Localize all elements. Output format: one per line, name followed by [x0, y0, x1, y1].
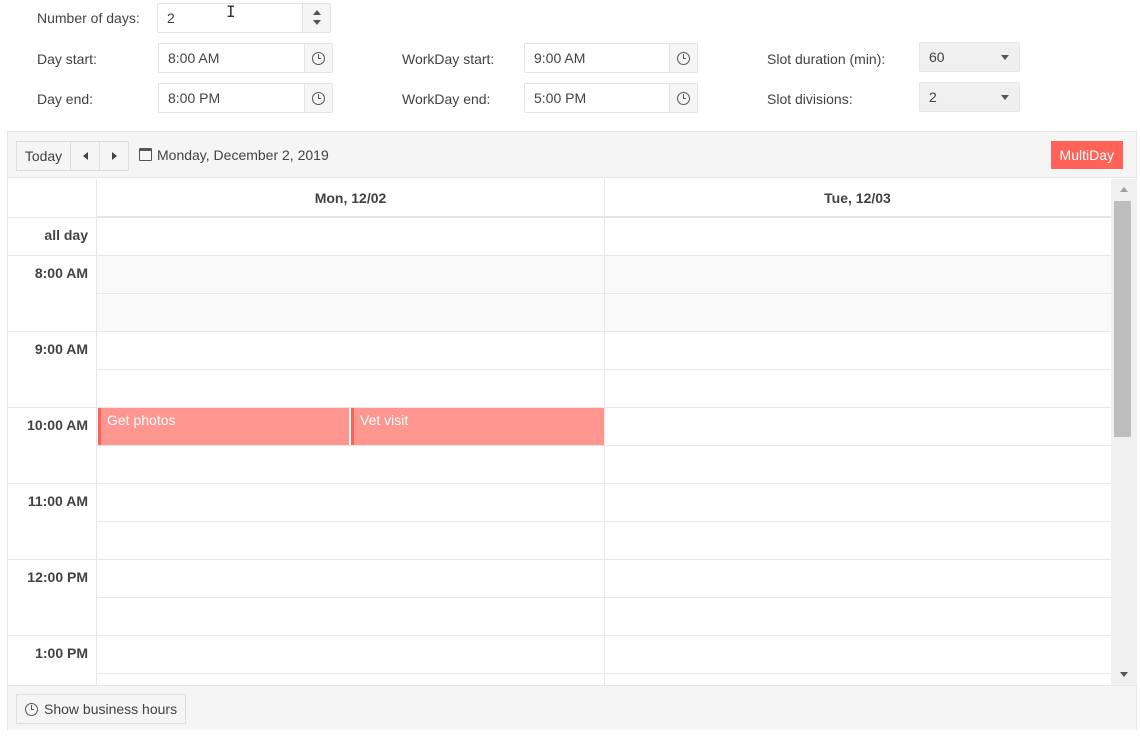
workday-end-value: 5:00 PM	[534, 90, 587, 106]
day-end-timepicker[interactable]: 8:00 PM	[158, 83, 333, 113]
workday-end-clock-button[interactable]	[669, 84, 697, 112]
scrollbar-thumb[interactable]	[1114, 201, 1131, 437]
grid-line	[8, 559, 1111, 560]
slot-divisions-label: Slot divisions:	[767, 91, 853, 107]
clock-icon	[677, 51, 690, 65]
current-date[interactable]: Monday, December 2, 2019	[157, 147, 329, 163]
time-slot-label: 1:00 PM	[35, 645, 88, 661]
event-get-photos[interactable]: Get photos	[98, 408, 349, 445]
day-start-timepicker[interactable]: 8:00 AM	[158, 43, 333, 73]
day-end-label: Day end:	[37, 91, 94, 107]
workday-start-timepicker[interactable]: 9:00 AM	[524, 43, 698, 73]
day-end-value: 8:00 PM	[168, 90, 221, 106]
view-multiday-button[interactable]: MultiDay	[1050, 141, 1123, 169]
slot-duration-value: 60	[929, 49, 945, 65]
grid-line	[8, 483, 1111, 484]
time-slot-label: 8:00 AM	[34, 265, 88, 281]
workday-start-label: WorkDay start:	[402, 51, 495, 67]
caret-left-icon	[82, 152, 88, 160]
clock-icon	[677, 91, 690, 105]
slot-duration-label: Slot duration (min):	[767, 51, 886, 67]
grid-line	[96, 179, 97, 685]
time-slot-label: 10:00 AM	[27, 417, 88, 433]
scheduler-grid: Mon, 12/02 Tue, 12/03 all day 8:00 AM 9:…	[8, 179, 1111, 685]
show-business-hours-button[interactable]: Show business hours	[16, 694, 187, 724]
all-day-label: all day	[44, 227, 88, 243]
slot-divisions-dropdown[interactable]: 2	[919, 82, 1020, 112]
number-of-days-value: 2	[167, 10, 175, 26]
slot-divisions-value: 2	[929, 89, 937, 105]
next-button[interactable]	[99, 141, 129, 171]
caret-right-icon	[111, 152, 117, 160]
show-business-hours-label: Show business hours	[44, 701, 178, 717]
previous-button[interactable]	[70, 141, 100, 171]
time-slot-label: 9:00 AM	[34, 341, 88, 357]
scheduler-toolbar: Today Monday, December 2, 2019 MultiDay	[8, 132, 1136, 178]
clock-icon	[25, 702, 38, 716]
day-start-clock-button[interactable]	[304, 44, 332, 72]
day-end-clock-button[interactable]	[304, 84, 332, 112]
grid-line	[8, 255, 1111, 256]
caret-down-icon[interactable]	[1001, 95, 1009, 100]
grid-line	[8, 635, 1111, 636]
workday-start-value: 9:00 AM	[534, 50, 586, 66]
workday-end-label: WorkDay end:	[402, 91, 491, 107]
grid-line	[8, 331, 1111, 332]
spinner-up-icon[interactable]	[313, 10, 321, 15]
number-of-days-input[interactable]: 2	[157, 3, 331, 33]
day-start-label: Day start:	[37, 51, 97, 67]
grid-line	[8, 217, 1111, 218]
scroll-down-icon[interactable]	[1120, 672, 1128, 677]
calendar-icon[interactable]	[139, 148, 152, 161]
scheduler: Today Monday, December 2, 2019 MultiDay …	[7, 131, 1137, 730]
slot-duration-dropdown[interactable]: 60	[919, 42, 1020, 72]
number-of-days-spinner[interactable]	[302, 4, 330, 32]
day-start-value: 8:00 AM	[168, 50, 220, 66]
vertical-scrollbar[interactable]	[1111, 179, 1137, 685]
number-of-days-label: Number of days:	[37, 10, 140, 26]
caret-down-icon[interactable]	[1001, 55, 1009, 60]
workday-end-timepicker[interactable]: 5:00 PM	[524, 83, 698, 113]
event-vet-visit[interactable]: Vet visit	[351, 408, 604, 445]
workday-start-clock-button[interactable]	[669, 44, 697, 72]
column-header-tue: Tue, 12/03	[604, 179, 1111, 217]
today-button[interactable]: Today	[16, 141, 71, 171]
time-slot-label: 11:00 AM	[27, 493, 88, 509]
grid-line	[604, 179, 605, 685]
spinner-down-icon[interactable]	[313, 20, 321, 25]
text-cursor-icon: I	[226, 2, 236, 21]
scroll-up-icon[interactable]	[1120, 187, 1128, 192]
scheduler-footer: Show business hours	[8, 685, 1136, 730]
clock-icon	[312, 91, 325, 105]
column-header-mon: Mon, 12/02	[97, 179, 604, 217]
time-slot-label: 12:00 PM	[27, 569, 88, 585]
clock-icon	[312, 51, 325, 65]
